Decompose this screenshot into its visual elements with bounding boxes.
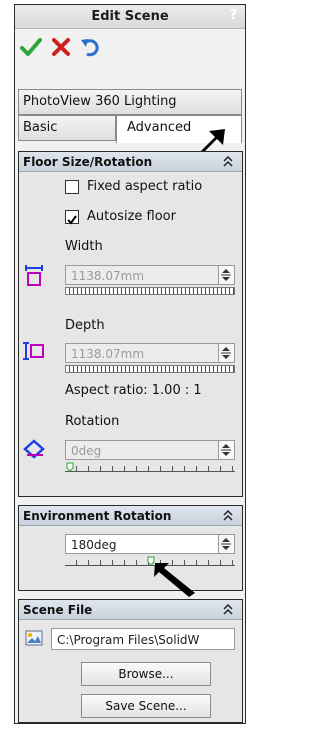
spin-arrows-icon <box>221 538 231 550</box>
environment-rotation-value: 180deg <box>71 538 117 552</box>
panel-title: Edit Scene <box>91 9 169 24</box>
panel-header[interactable]: Floor Size/Rotation <box>19 152 242 172</box>
environment-rotation-panel: Environment Rotation 180deg <box>18 505 243 591</box>
title-bar: Edit Scene ? <box>15 5 245 29</box>
collapse-icon[interactable] <box>222 603 234 615</box>
tab-label: Basic <box>23 120 58 135</box>
undo-button[interactable] <box>79 35 107 61</box>
aspect-ratio-text: Aspect ratio: 1.00 : 1 <box>65 383 202 398</box>
panel-title: Scene File <box>23 603 93 617</box>
rotation-slider[interactable] <box>65 462 235 472</box>
help-icon[interactable]: ? <box>229 8 237 23</box>
edit-scene-panel: Edit Scene ? PhotoView 360 Lighting Basi… <box>14 4 246 724</box>
depth-icon <box>23 342 44 360</box>
close-icon <box>52 38 70 56</box>
scene-file-panel: Scene File C:\Program Files\SolidW Brows… <box>18 599 243 723</box>
width-value: 1138.07mm <box>71 269 145 283</box>
undo-icon <box>81 39 99 57</box>
depth-label: Depth <box>65 318 105 333</box>
fixed-aspect-label: Fixed aspect ratio <box>87 179 203 194</box>
tab-label: PhotoView 360 Lighting <box>23 94 177 109</box>
floor-size-rotation-panel: Floor Size/Rotation Fixed aspect ratio A… <box>18 151 243 497</box>
depth-slider[interactable] <box>65 365 235 373</box>
environment-rotation-input[interactable]: 180deg <box>65 534 235 554</box>
save-scene-button[interactable]: Save Scene... <box>81 694 211 718</box>
environment-rotation-spinner[interactable] <box>218 535 234 553</box>
checkmark-icon <box>67 215 77 225</box>
panel-title: Floor Size/Rotation <box>23 155 153 169</box>
width-input[interactable]: 1138.07mm <box>65 265 235 285</box>
scene-image-icon <box>25 630 43 646</box>
autosize-floor-checkbox[interactable] <box>65 210 79 225</box>
autosize-floor-label: Autosize floor <box>87 209 176 224</box>
cancel-button[interactable] <box>49 35 77 61</box>
fixed-aspect-checkbox[interactable] <box>65 180 79 194</box>
spin-arrows-icon <box>221 269 231 281</box>
rotation-value: 0deg <box>71 444 102 458</box>
rotation-input[interactable]: 0deg <box>65 440 235 460</box>
spin-arrows-icon <box>221 444 231 456</box>
tab-photoview-lighting[interactable]: PhotoView 360 Lighting <box>18 89 242 115</box>
panel-header[interactable]: Scene File <box>19 600 242 620</box>
width-icon <box>25 265 43 286</box>
rotation-icon <box>23 439 45 459</box>
panel-title: Environment Rotation <box>23 509 172 523</box>
width-label: Width <box>65 239 103 254</box>
spin-arrows-icon <box>221 347 231 359</box>
scene-file-path[interactable]: C:\Program Files\SolidW <box>51 628 235 650</box>
rotation-spinner[interactable] <box>218 441 234 459</box>
rotation-label: Rotation <box>65 414 120 429</box>
pointer-arrow-icon <box>154 563 195 597</box>
slider-thumb[interactable] <box>66 462 74 472</box>
width-slider[interactable] <box>65 287 235 295</box>
panel-header[interactable]: Environment Rotation <box>19 506 242 526</box>
tab-label: Advanced <box>127 120 192 135</box>
collapse-icon[interactable] <box>222 155 234 167</box>
depth-value: 1138.07mm <box>71 347 145 361</box>
tab-basic[interactable]: Basic <box>18 115 116 141</box>
checkmark-icon <box>20 38 42 56</box>
width-spinner[interactable] <box>218 266 234 284</box>
depth-input[interactable]: 1138.07mm <box>65 343 235 363</box>
depth-spinner[interactable] <box>218 344 234 362</box>
collapse-icon[interactable] <box>222 509 234 521</box>
browse-button[interactable]: Browse... <box>81 662 211 686</box>
scene-file-path-value: C:\Program Files\SolidW <box>57 633 200 647</box>
ok-button[interactable] <box>19 35 47 61</box>
